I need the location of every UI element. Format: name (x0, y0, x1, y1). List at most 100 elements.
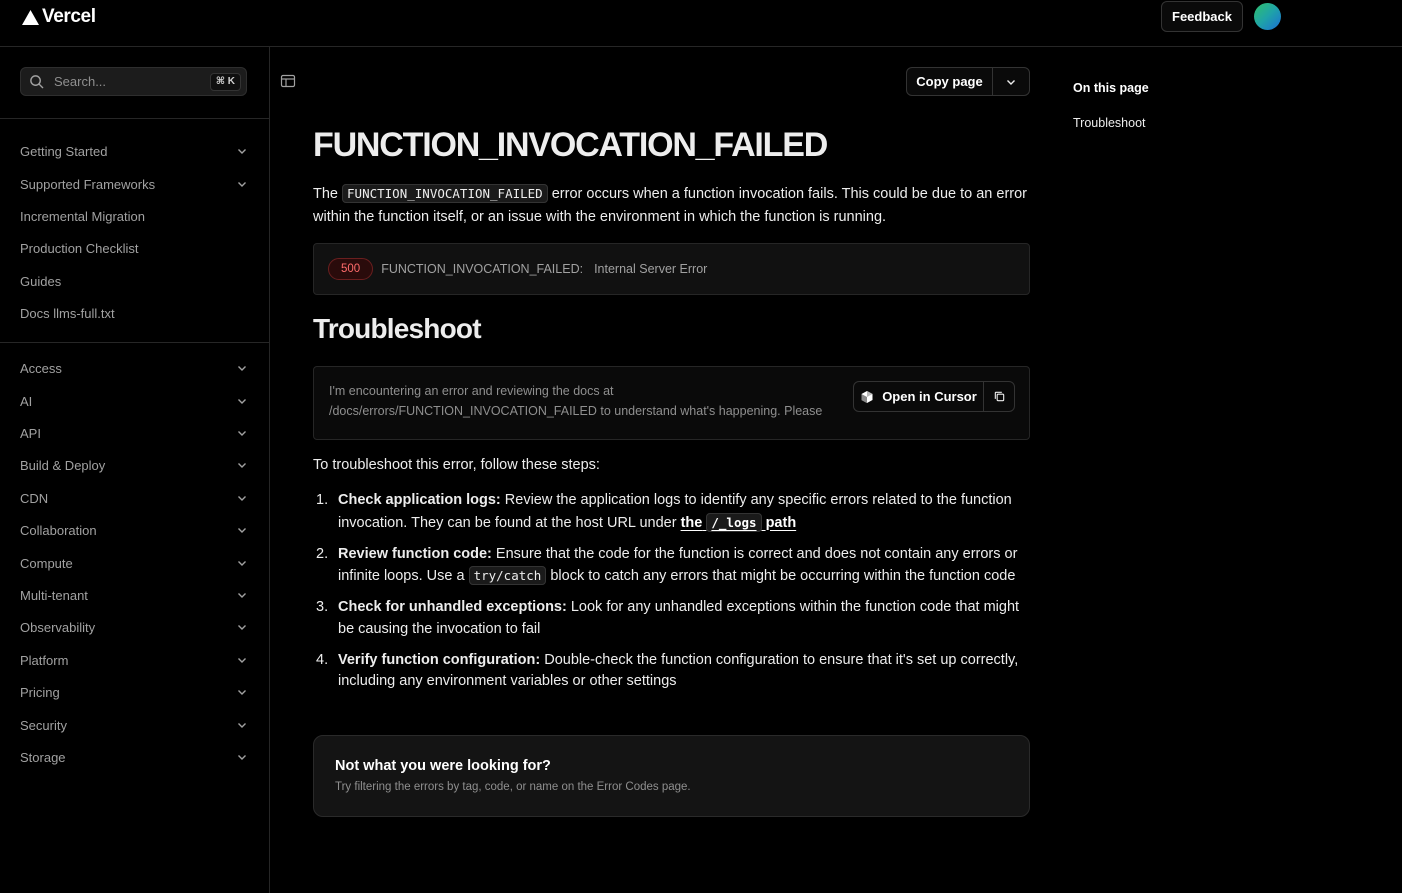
step-number: 1. (316, 492, 329, 508)
sidebar-item-security[interactable]: Security (20, 714, 248, 736)
sidebar-item-label: Multi-tenant (20, 587, 88, 603)
vercel-triangle-icon (22, 9, 39, 25)
logs-path-link[interactable]: the /_logs path (680, 512, 796, 532)
step-title: Review function code: (338, 545, 492, 562)
sidebar-item-label: Supported Frameworks (20, 176, 156, 192)
step-title: Verify function configuration: (338, 651, 541, 668)
vercel-logo[interactable]: Vercel (21, 6, 96, 28)
sidebar-item-collaboration[interactable]: Collaboration (20, 519, 248, 541)
copy-prompt-button[interactable] (984, 382, 1014, 411)
sidebar-item-incremental-migration[interactable]: Incremental Migration (20, 205, 248, 227)
step-number: 3. (316, 599, 329, 615)
sidebar: Search... ⌘ K Getting Started Supported … (0, 47, 270, 893)
list-item: 2. Review function code: Ensure that the… (313, 544, 1029, 588)
sidebar-item-label: Compute (20, 555, 73, 571)
chevron-down-icon (238, 593, 246, 598)
chevron-down-icon (238, 182, 246, 187)
ai-prompt-box: I'm encountering an error and reviewing … (313, 366, 1030, 440)
step-number: 2. (316, 545, 329, 562)
not-found-card: Not what you were looking for? Try filte… (313, 735, 1030, 817)
chevron-down-icon (238, 658, 246, 663)
chevron-down-icon (238, 690, 246, 695)
sidebar-item-production-checklist[interactable]: Production Checklist (20, 237, 248, 259)
chevron-down-icon (238, 561, 246, 566)
sidebar-item-label: Access (20, 360, 62, 376)
link-text: the (680, 514, 703, 531)
sidebar-item-label: CDN (20, 490, 49, 506)
sidebar-toggle-icon[interactable] (280, 73, 296, 89)
sidebar-item-api[interactable]: API (20, 422, 248, 444)
chevron-down-icon (238, 755, 246, 760)
copy-page-button[interactable]: Copy page (907, 68, 993, 95)
sidebar-item-guides[interactable]: Guides (20, 270, 248, 292)
chevron-down-icon (238, 463, 246, 468)
chevron-down-icon (238, 528, 246, 533)
step-number: 4. (316, 651, 329, 668)
sidebar-item-multi-tenant[interactable]: Multi-tenant (20, 584, 248, 606)
copy-page-dropdown[interactable] (993, 68, 1029, 95)
sidebar-item-ai[interactable]: AI (20, 390, 248, 412)
sidebar-item-label: Build & Deploy (20, 457, 106, 473)
open-in-cursor-label: Open in Cursor (882, 389, 977, 404)
sidebar-item-cdn[interactable]: CDN (20, 487, 248, 509)
sidebar-item-storage[interactable]: Storage (20, 746, 248, 768)
prompt-text: I'm encountering an error and reviewing … (329, 384, 823, 418)
sidebar-item-access[interactable]: Access (20, 357, 248, 379)
intro-paragraph: The FUNCTION_INVOCATION_FAILED error occ… (313, 182, 1029, 229)
error-summary-box: 500 FUNCTION_INVOCATION_FAILED: Internal… (313, 243, 1030, 295)
sidebar-item-getting-started[interactable]: Getting Started (20, 140, 248, 162)
sidebar-item-build-deploy[interactable]: Build & Deploy (20, 454, 248, 476)
step-title: Check application logs: (338, 492, 501, 508)
list-item: 1. Check application logs: Review the ap… (313, 490, 1029, 534)
not-found-subtitle: Try filtering the errors by tag, code, o… (335, 781, 691, 793)
sidebar-item-label: Observability (20, 619, 96, 635)
section-title-troubleshoot: Troubleshoot (313, 313, 482, 344)
chevron-down-icon (238, 431, 246, 436)
open-in-cursor-button[interactable]: Open in Cursor (854, 382, 984, 411)
intro-code: FUNCTION_INVOCATION_FAILED (342, 184, 548, 203)
brand-name: Vercel (42, 6, 96, 27)
search-shortcut: ⌘ K (209, 73, 241, 91)
sidebar-item-platform[interactable]: Platform (20, 649, 248, 671)
avatar[interactable] (1254, 3, 1281, 30)
chevron-down-icon (238, 399, 246, 404)
search-icon (30, 75, 44, 89)
sidebar-item-label: Collaboration (20, 522, 97, 538)
sidebar-item-label: Security (20, 717, 67, 733)
copy-page-group: Copy page (906, 67, 1030, 96)
status-badge: 500 (328, 258, 374, 280)
cursor-logo-icon (861, 390, 873, 403)
sidebar-item-label: Platform (20, 652, 69, 668)
list-item: 3. Check for unhandled exceptions: Look … (313, 597, 1029, 640)
try-catch-code: try/catch (468, 566, 547, 585)
sidebar-item-label: Incremental Migration (20, 208, 145, 224)
chevron-down-icon (238, 625, 246, 630)
sidebar-item-label: Guides (20, 273, 62, 289)
sidebar-item-supported-frameworks[interactable]: Supported Frameworks (20, 173, 248, 195)
chevron-down-icon (238, 366, 246, 371)
sidebar-divider (0, 342, 269, 343)
steps-intro: To troubleshoot this error, follow these… (313, 457, 600, 473)
list-item: 4. Verify function configuration: Double… (313, 650, 1029, 693)
toc-title: On this page (1073, 81, 1149, 95)
logs-code: /_logs (706, 512, 762, 532)
sidebar-item-label: AI (20, 393, 33, 409)
toc-item-troubleshoot[interactable]: Troubleshoot (1073, 116, 1146, 130)
sidebar-item-compute[interactable]: Compute (20, 552, 248, 574)
sidebar-item-observability[interactable]: Observability (20, 616, 248, 638)
chevron-down-icon (238, 723, 246, 728)
search-input[interactable]: Search... ⌘ K (20, 67, 247, 96)
sidebar-item-docs-llms[interactable]: Docs llms-full.txt (20, 302, 248, 324)
error-description: Internal Server Error (594, 262, 708, 276)
intro-prefix: The (313, 186, 338, 202)
sidebar-item-label: API (20, 425, 41, 441)
page-title: FUNCTION_INVOCATION_FAILED (313, 126, 828, 164)
not-found-title: Not what you were looking for? (335, 758, 551, 774)
search-placeholder: Search... (54, 74, 107, 89)
copy-icon (994, 391, 1004, 402)
feedback-button[interactable]: Feedback (1161, 1, 1243, 32)
step-text: block to catch any errors that might be … (550, 568, 1016, 584)
sidebar-item-label: Storage (20, 749, 66, 765)
sidebar-item-pricing[interactable]: Pricing (20, 681, 248, 703)
chevron-down-icon (238, 496, 246, 501)
